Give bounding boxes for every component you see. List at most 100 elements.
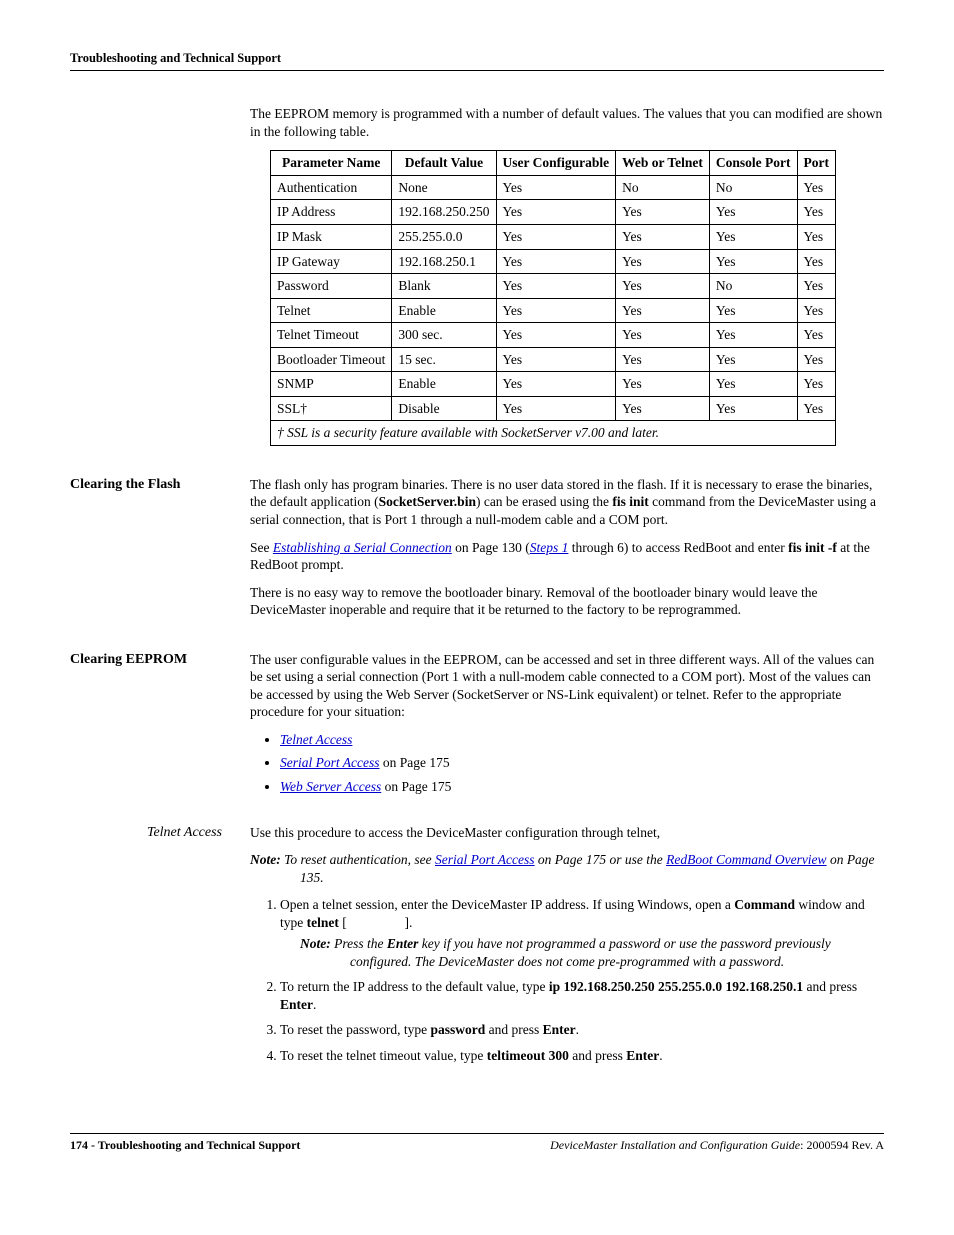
col-port: Port <box>797 151 835 176</box>
table-cell: Yes <box>496 274 616 299</box>
clearing-eeprom-heading: Clearing EEPROM <box>70 651 250 669</box>
table-cell: Yes <box>496 175 616 200</box>
col-console-port: Console Port <box>709 151 797 176</box>
table-row: Telnet Timeout300 sec.YesYesYesYes <box>271 323 836 348</box>
table-cell: Yes <box>616 249 710 274</box>
table-cell: Yes <box>496 396 616 421</box>
table-cell: No <box>709 175 797 200</box>
table-cell: Yes <box>496 323 616 348</box>
table-cell: Yes <box>797 298 835 323</box>
telnet-step-4: To reset the telnet timeout value, type … <box>280 1047 884 1065</box>
table-cell: No <box>616 175 710 200</box>
clearing-the-flash-section: Clearing the Flash The flash only has pr… <box>70 476 884 629</box>
table-row: PasswordBlankYesYesNoYes <box>271 274 836 299</box>
telnet-intro: Use this procedure to access the DeviceM… <box>250 824 884 842</box>
table-row: IP Gateway192.168.250.1YesYesYesYes <box>271 249 836 274</box>
telnet-note: Note: To reset authentication, see Seria… <box>250 851 884 886</box>
col-parameter-name: Parameter Name <box>271 151 392 176</box>
table-cell: Bootloader Timeout <box>271 347 392 372</box>
table-cell: Authentication <box>271 175 392 200</box>
table-cell: Yes <box>709 200 797 225</box>
telnet-step-1-note: Note: Press the Enter key if you have no… <box>300 935 884 970</box>
table-cell: Yes <box>709 347 797 372</box>
note-label: Note: <box>300 936 331 951</box>
table-cell: Enable <box>392 298 496 323</box>
table-row: IP Mask255.255.0.0YesYesYesYes <box>271 224 836 249</box>
table-cell: Password <box>271 274 392 299</box>
table-row: SSL†DisableYesYesYesYes <box>271 396 836 421</box>
table-cell: None <box>392 175 496 200</box>
table-cell: Yes <box>797 323 835 348</box>
telnet-step-1: Open a telnet session, enter the DeviceM… <box>280 896 884 970</box>
footer-right: DeviceMaster Installation and Configurat… <box>550 1138 884 1154</box>
table-row: IP Address192.168.250.250YesYesYesYes <box>271 200 836 225</box>
table-row: AuthenticationNoneYesNoNoYes <box>271 175 836 200</box>
clearing-eeprom-section: Clearing EEPROM The user configurable va… <box>70 651 884 802</box>
table-cell: Yes <box>709 372 797 397</box>
table-cell: 192.168.250.1 <box>392 249 496 274</box>
table-cell: Yes <box>709 249 797 274</box>
table-cell: Yes <box>616 298 710 323</box>
redboot-command-overview-link[interactable]: RedBoot Command Overview <box>666 852 826 867</box>
web-server-access-link[interactable]: Web Server Access <box>280 779 381 794</box>
steps-1-link[interactable]: Steps 1 <box>530 540 569 555</box>
table-cell: Yes <box>709 396 797 421</box>
telnet-access-heading: Telnet Access <box>70 824 250 842</box>
table-cell: Yes <box>496 298 616 323</box>
table-cell: Yes <box>797 200 835 225</box>
telnet-access-section: Telnet Access Use this procedure to acce… <box>70 824 884 1073</box>
establishing-serial-connection-link[interactable]: Establishing a Serial Connection <box>273 540 452 555</box>
clearing-the-flash-heading: Clearing the Flash <box>70 476 250 494</box>
table-cell: Yes <box>496 249 616 274</box>
table-cell: Yes <box>616 372 710 397</box>
table-cell: Yes <box>709 323 797 348</box>
table-cell: Yes <box>709 298 797 323</box>
telnet-steps: Open a telnet session, enter the DeviceM… <box>250 896 884 1064</box>
table-cell: Yes <box>797 396 835 421</box>
col-web-or-telnet: Web or Telnet <box>616 151 710 176</box>
table-footnote: † SSL is a security feature available wi… <box>271 421 836 446</box>
table-cell: 192.168.250.250 <box>392 200 496 225</box>
table-cell: 255.255.0.0 <box>392 224 496 249</box>
table-row: TelnetEnableYesYesYesYes <box>271 298 836 323</box>
col-user-configurable: User Configurable <box>496 151 616 176</box>
bullet-web-server-access: Web Server Access on Page 175 <box>280 778 884 796</box>
table-cell: IP Mask <box>271 224 392 249</box>
footer-left: 174 - Troubleshooting and Technical Supp… <box>70 1138 300 1154</box>
table-cell: Yes <box>616 396 710 421</box>
table-cell: SNMP <box>271 372 392 397</box>
eeprom-bullets: Telnet Access Serial Port Access on Page… <box>250 731 884 796</box>
parameters-table: Parameter Name Default Value User Config… <box>270 150 836 446</box>
table-cell: Yes <box>616 200 710 225</box>
table-cell: Blank <box>392 274 496 299</box>
eeprom-paragraph-1: The user configurable values in the EEPR… <box>250 651 884 721</box>
page-footer: 174 - Troubleshooting and Technical Supp… <box>70 1133 884 1154</box>
col-default-value: Default Value <box>392 151 496 176</box>
bullet-serial-port-access: Serial Port Access on Page 175 <box>280 754 884 772</box>
table-cell: 15 sec. <box>392 347 496 372</box>
running-header: Troubleshooting and Technical Support <box>70 50 884 66</box>
table-cell: Enable <box>392 372 496 397</box>
intro-paragraph: The EEPROM memory is programmed with a n… <box>250 105 884 140</box>
table-cell: IP Gateway <box>271 249 392 274</box>
table-cell: Yes <box>797 175 835 200</box>
table-cell: Yes <box>797 372 835 397</box>
flash-paragraph-1: The flash only has program binaries. The… <box>250 476 884 529</box>
table-header-row: Parameter Name Default Value User Config… <box>271 151 836 176</box>
table-cell: No <box>709 274 797 299</box>
flash-paragraph-2: See Establishing a Serial Connection on … <box>250 539 884 574</box>
table-cell: SSL† <box>271 396 392 421</box>
table-row: SNMPEnableYesYesYesYes <box>271 372 836 397</box>
table-cell: Yes <box>616 347 710 372</box>
telnet-access-link[interactable]: Telnet Access <box>280 732 352 747</box>
table-cell: Disable <box>392 396 496 421</box>
serial-port-access-note-link[interactable]: Serial Port Access <box>435 852 534 867</box>
serial-port-access-link[interactable]: Serial Port Access <box>280 755 379 770</box>
table-cell: Yes <box>496 224 616 249</box>
table-cell: Yes <box>496 372 616 397</box>
table-cell: Yes <box>797 249 835 274</box>
table-row: Bootloader Timeout15 sec.YesYesYesYes <box>271 347 836 372</box>
table-footnote-row: † SSL is a security feature available wi… <box>271 421 836 446</box>
telnet-step-2: To return the IP address to the default … <box>280 978 884 1013</box>
table-cell: Yes <box>797 224 835 249</box>
